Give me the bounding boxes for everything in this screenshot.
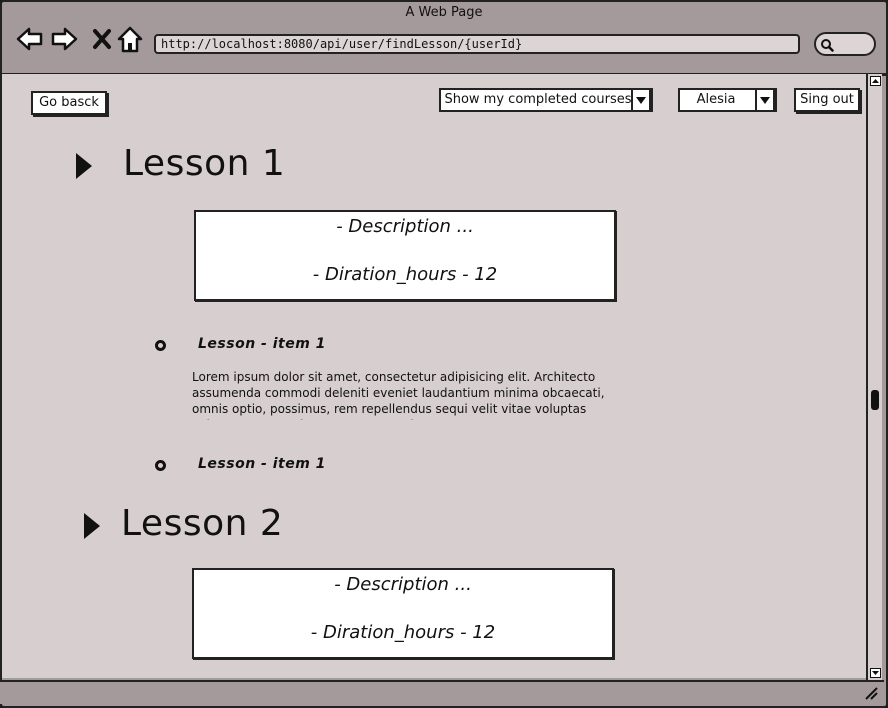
lesson-description: - Description ... xyxy=(334,574,472,595)
window-title: A Web Page xyxy=(405,5,483,20)
scroll-down-icon[interactable] xyxy=(870,668,881,678)
bullet-icon xyxy=(155,460,166,471)
user-dropdown-label: Alesia xyxy=(696,92,736,107)
user-dropdown[interactable]: Alesia xyxy=(678,88,777,112)
expand-triangle-icon[interactable] xyxy=(84,513,100,539)
scrollbar-thumb[interactable] xyxy=(871,390,879,410)
lesson-title: Lesson 1 xyxy=(123,143,286,184)
lesson-description-box: - Description ... - Diration_hours - 12 xyxy=(194,210,616,301)
back-arrow-icon[interactable] xyxy=(14,24,44,54)
browser-search-field[interactable] xyxy=(814,32,876,56)
sign-out-button[interactable]: Sing out xyxy=(794,88,860,112)
completed-courses-dropdown[interactable]: Show my completed courses xyxy=(439,88,653,112)
expand-triangle-icon[interactable] xyxy=(76,153,92,179)
home-icon[interactable] xyxy=(115,24,145,54)
lesson-item-title[interactable]: Lesson - item 1 xyxy=(198,336,326,352)
chevron-down-icon[interactable] xyxy=(631,88,651,112)
resize-grip-icon[interactable] xyxy=(864,686,878,700)
close-x-icon[interactable] xyxy=(88,24,118,54)
lesson-duration: - Diration_hours - 12 xyxy=(310,622,496,643)
lesson-item-title[interactable]: Lesson - item 1 xyxy=(198,456,326,472)
url-bar[interactable]: http://localhost:8080/api/user/findLesso… xyxy=(154,34,800,54)
page-viewport: Go basck Show my completed courses Alesi… xyxy=(2,74,866,678)
vertical-scrollbar[interactable] xyxy=(866,74,882,680)
status-bar xyxy=(0,680,884,704)
bullet-icon xyxy=(155,340,166,351)
chevron-down-icon[interactable] xyxy=(755,88,775,112)
lesson-duration: - Diration_hours - 12 xyxy=(312,264,498,285)
lesson-description-box: - Description ... - Diration_hours - 12 xyxy=(192,568,614,659)
forward-arrow-icon[interactable] xyxy=(50,24,80,54)
completed-courses-dropdown-label: Show my completed courses xyxy=(444,92,632,107)
lesson-item-body: Lorem ipsum dolor sit amet, consectetur … xyxy=(192,370,605,420)
scroll-up-icon[interactable] xyxy=(870,76,881,86)
lesson-title: Lesson 2 xyxy=(121,503,284,544)
go-back-button[interactable]: Go basck xyxy=(31,91,107,115)
search-icon xyxy=(821,39,834,52)
lesson-description: - Description ... xyxy=(336,216,474,237)
